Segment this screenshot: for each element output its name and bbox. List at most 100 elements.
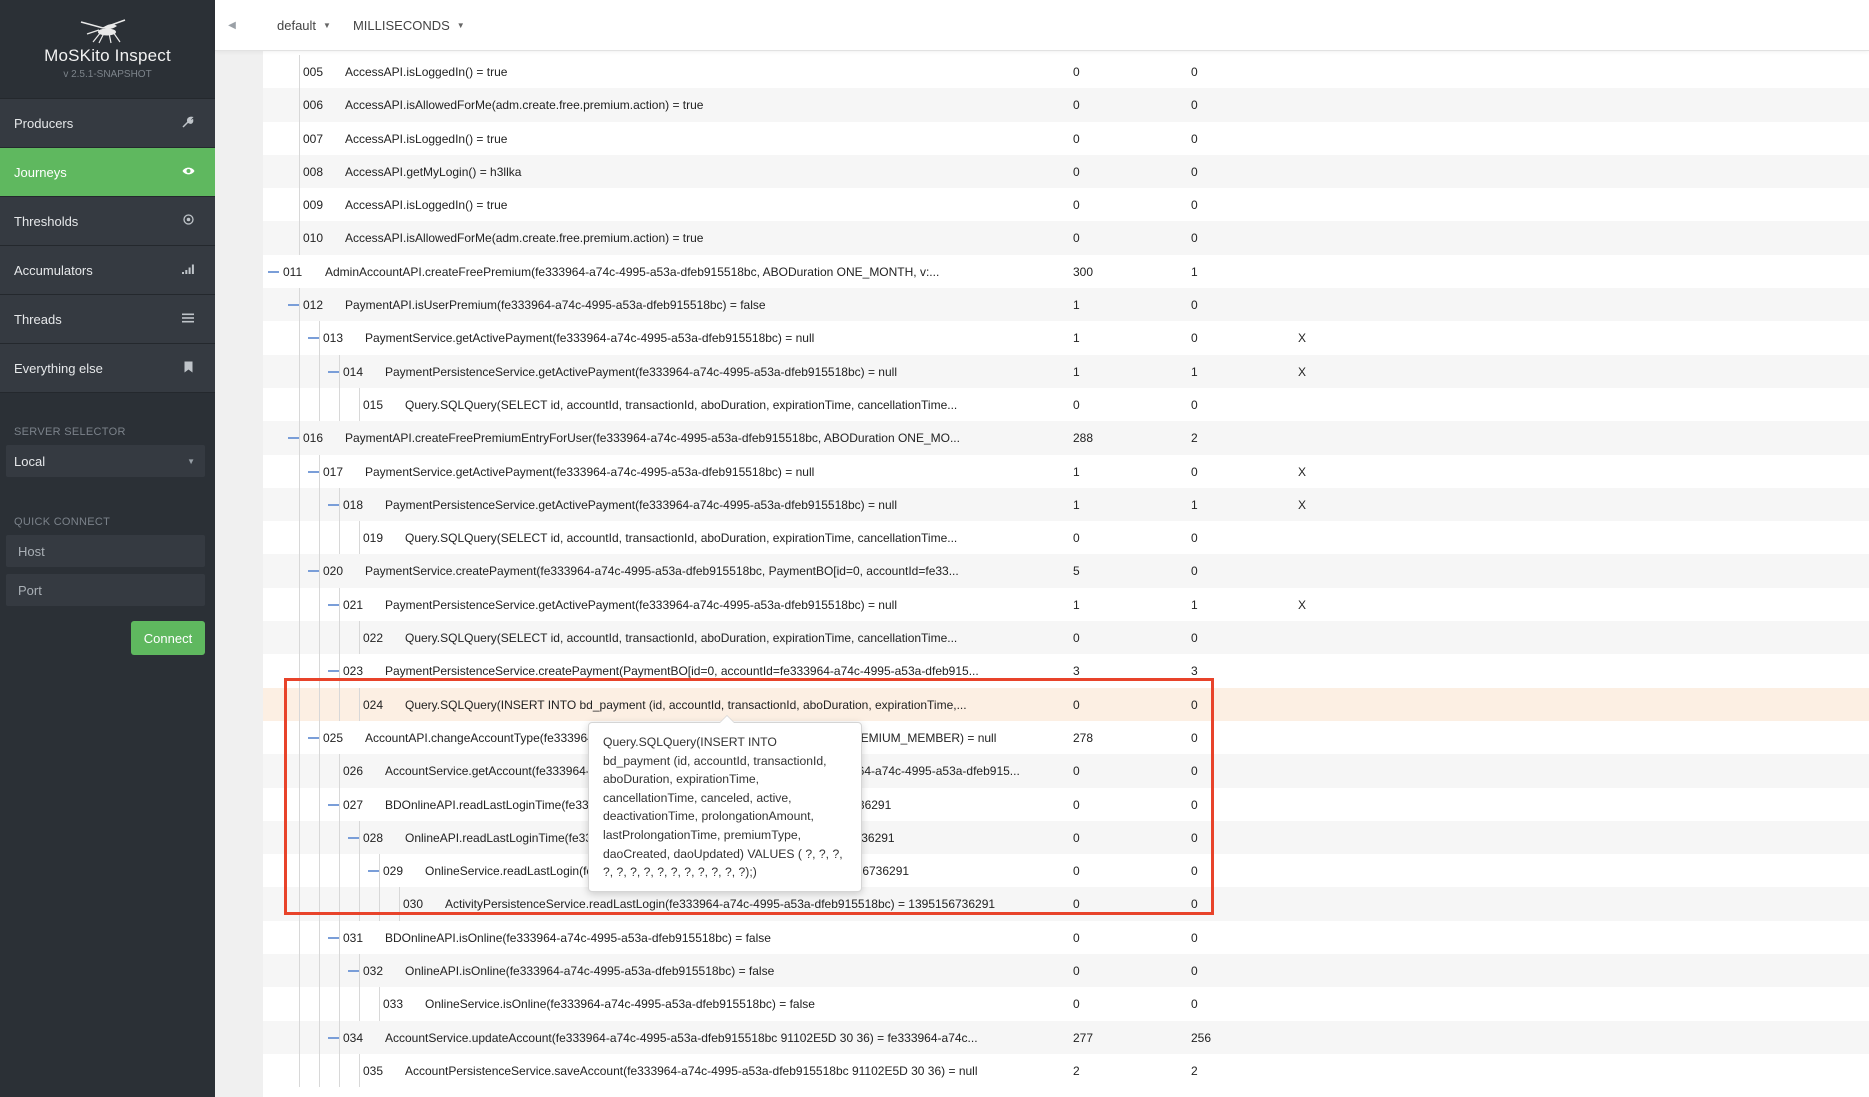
collapse-node-icon[interactable]	[328, 603, 339, 606]
table-row[interactable]: 035 AccountPersistenceService.saveAccount…	[263, 1053, 1869, 1088]
table-row[interactable]: 011 AdminAccountAPI.createFreePremium(fe3…	[263, 255, 1869, 288]
call-text[interactable]: BDOnlineAPI.isOnline(fe333964-a74c-4995-…	[385, 931, 771, 945]
collapse-node-icon[interactable]	[328, 670, 339, 673]
table-row[interactable]: 021 PaymentPersistenceService.getActivePa…	[263, 587, 1869, 622]
collapse-sidebar-button[interactable]: ◀	[215, 0, 249, 51]
tree-guide-line	[359, 954, 360, 988]
table-row[interactable]: 032 OnlineAPI.isOnline(fe333964-a74c-4995…	[263, 954, 1869, 988]
collapse-node-icon[interactable]	[308, 570, 319, 573]
table-row[interactable]: 016 PaymentAPI.createFreePremiumEntryForU…	[263, 421, 1869, 455]
call-text[interactable]: AccountService.updateAccount(fe333964-a7…	[385, 1031, 978, 1045]
call-text[interactable]: AccessAPI.isAllowedForMe(adm.create.free…	[345, 98, 703, 112]
caret-left-icon: ◀	[228, 19, 236, 31]
tree-guide-line	[299, 987, 300, 1021]
call-text[interactable]: PaymentPersistenceService.getActivePayme…	[385, 498, 897, 512]
duration-value: 0	[1191, 631, 1198, 646]
duration-value: 0	[1073, 65, 1080, 79]
call-text[interactable]: Query.SQLQuery(SELECT id, accountId, tra…	[405, 398, 957, 412]
table-row[interactable]: 033 OnlineService.isOnline(fe333964-a74c-…	[263, 987, 1869, 1021]
call-text[interactable]: PaymentPersistenceService.createPayment(…	[385, 664, 979, 678]
duration-value: 0	[1073, 631, 1080, 646]
call-text[interactable]: PaymentService.getActivePayment(fe333964…	[365, 331, 814, 345]
call-text[interactable]: Query.SQLQuery(SELECT id, accountId, tra…	[405, 531, 957, 545]
connect-button[interactable]: Connect	[131, 621, 205, 655]
table-row[interactable]: 031 BDOnlineAPI.isOnline(fe333964-a74c-49…	[263, 920, 1869, 955]
table-row[interactable]: 020 PaymentService.createPayment(fe333964…	[263, 554, 1869, 588]
sidebar-item-accumulators[interactable]: Accumulators	[0, 246, 215, 295]
sidebar-item-threads[interactable]: Threads	[0, 295, 215, 344]
sidebar-item-producers[interactable]: Producers	[0, 99, 215, 148]
collapse-node-icon[interactable]	[288, 437, 299, 440]
error-flag: X	[1298, 331, 1307, 346]
table-row[interactable]: 015 Query.SQLQuery(SELECT id, accountId, …	[263, 387, 1869, 422]
call-text[interactable]: Query.SQLQuery(SELECT id, accountId, tra…	[405, 631, 957, 645]
table-row[interactable]: 010 AccessAPI.isAllowedForMe(adm.create.f…	[263, 221, 1869, 255]
call-text[interactable]: OnlineAPI.isOnline(fe333964-a74c-4995-a5…	[405, 964, 774, 978]
server-select[interactable]: Local ▼	[6, 445, 205, 477]
collapse-node-icon[interactable]	[328, 503, 339, 506]
collapse-node-icon[interactable]	[328, 370, 339, 373]
duration-value: 0	[1191, 231, 1198, 246]
call-text[interactable]: PaymentService.getActivePayment(fe333964…	[365, 465, 814, 479]
duration-value: 0	[1191, 164, 1198, 179]
unit-select[interactable]: MILLISECONDS ▼	[353, 18, 465, 33]
call-text[interactable]: OnlineService.isOnline(fe333964-a74c-499…	[425, 997, 815, 1011]
step-number: 034	[343, 1030, 364, 1045]
call-text[interactable]: PaymentPersistenceService.getActivePayme…	[385, 365, 897, 379]
call-text[interactable]: AccessAPI.getMyLogin() = h3llka	[345, 165, 521, 179]
duration-value: 0	[1073, 397, 1080, 412]
table-row[interactable]: 019 Query.SQLQuery(SELECT id, accountId, …	[263, 521, 1869, 555]
call-text[interactable]: AccessAPI.isLoggedIn() = true	[345, 132, 507, 146]
mosquito-logo-icon	[80, 19, 125, 44]
table-row[interactable]: 007 AccessAPI.isLoggedIn() = true 0 0	[263, 121, 1869, 155]
call-text[interactable]: AccountPersistenceService.saveAccount(fe…	[405, 1064, 978, 1078]
duration-value: 0	[1073, 98, 1080, 113]
table-row[interactable]: 018 PaymentPersistenceService.getActivePa…	[263, 487, 1869, 522]
duration-value: 0	[1191, 964, 1198, 979]
tree-guide-line	[359, 1053, 360, 1088]
collapse-node-icon[interactable]	[288, 304, 299, 307]
port-input[interactable]: Port	[6, 574, 205, 606]
host-input[interactable]: Host	[6, 535, 205, 567]
duration-value: 0	[1073, 131, 1080, 146]
table-row[interactable]: 034 AccountService.updateAccount(fe333964…	[263, 1020, 1869, 1054]
collapse-node-icon[interactable]	[308, 337, 319, 340]
duration-value: 0	[1073, 198, 1080, 213]
tree-guide-line	[299, 954, 300, 988]
server-select-value: Local	[14, 453, 46, 469]
call-text[interactable]: AdminAccountAPI.createFreePremium(fe3339…	[325, 265, 939, 279]
call-text[interactable]: AccessAPI.isLoggedIn() = true	[345, 198, 507, 212]
duration-value: 277	[1073, 1030, 1094, 1045]
call-text[interactable]: PaymentAPI.isUserPremium(fe333964-a74c-4…	[345, 298, 766, 312]
collapse-node-icon[interactable]	[328, 1036, 339, 1039]
tree-guide-line	[299, 288, 300, 322]
call-text[interactable]: AccessAPI.isAllowedForMe(adm.create.free…	[345, 231, 703, 245]
call-text[interactable]: PaymentAPI.createFreePremiumEntryForUser…	[345, 431, 960, 445]
sidebar-item-thresholds[interactable]: Thresholds	[0, 197, 215, 246]
collapse-node-icon[interactable]	[268, 270, 279, 273]
table-row[interactable]: 014 PaymentPersistenceService.getActivePa…	[263, 354, 1869, 388]
duration-value: 0	[1191, 198, 1198, 213]
duration-value: 0	[1073, 930, 1080, 945]
table-row[interactable]: 017 PaymentService.getActivePayment(fe333…	[263, 454, 1869, 488]
sidebar-item-everything-else[interactable]: Everything else	[0, 344, 215, 393]
collapse-node-icon[interactable]	[308, 470, 319, 473]
table-row[interactable]: 009 AccessAPI.isLoggedIn() = true 0 0	[263, 188, 1869, 222]
table-row[interactable]: 006 AccessAPI.isAllowedForMe(adm.create.f…	[263, 88, 1869, 122]
sidebar-item-journeys[interactable]: Journeys	[0, 148, 215, 197]
table-row[interactable]: 005 AccessAPI.isLoggedIn() = true 0 0	[263, 55, 1869, 89]
interval-select[interactable]: default ▼	[277, 18, 331, 33]
table-row[interactable]: 022 Query.SQLQuery(SELECT id, accountId, …	[263, 621, 1869, 655]
error-flag: X	[1298, 364, 1307, 379]
call-text[interactable]: AccessAPI.isLoggedIn() = true	[345, 65, 507, 79]
table-row[interactable]: 013 PaymentService.getActivePayment(fe333…	[263, 321, 1869, 355]
collapse-node-icon[interactable]	[328, 936, 339, 939]
duration-value: 0	[1191, 397, 1198, 412]
table-row[interactable]: 008 AccessAPI.getMyLogin() = h3llka 0 0	[263, 154, 1869, 189]
bar-chart-icon	[181, 263, 195, 277]
table-row[interactable]: 012 PaymentAPI.isUserPremium(fe333964-a74…	[263, 288, 1869, 322]
call-tooltip: Query.SQLQuery(INSERT INTO bd_payment (i…	[588, 715, 862, 892]
collapse-node-icon[interactable]	[348, 970, 359, 973]
call-text[interactable]: PaymentPersistenceService.getActivePayme…	[385, 598, 897, 612]
call-text[interactable]: PaymentService.createPayment(fe333964-a7…	[365, 564, 959, 578]
